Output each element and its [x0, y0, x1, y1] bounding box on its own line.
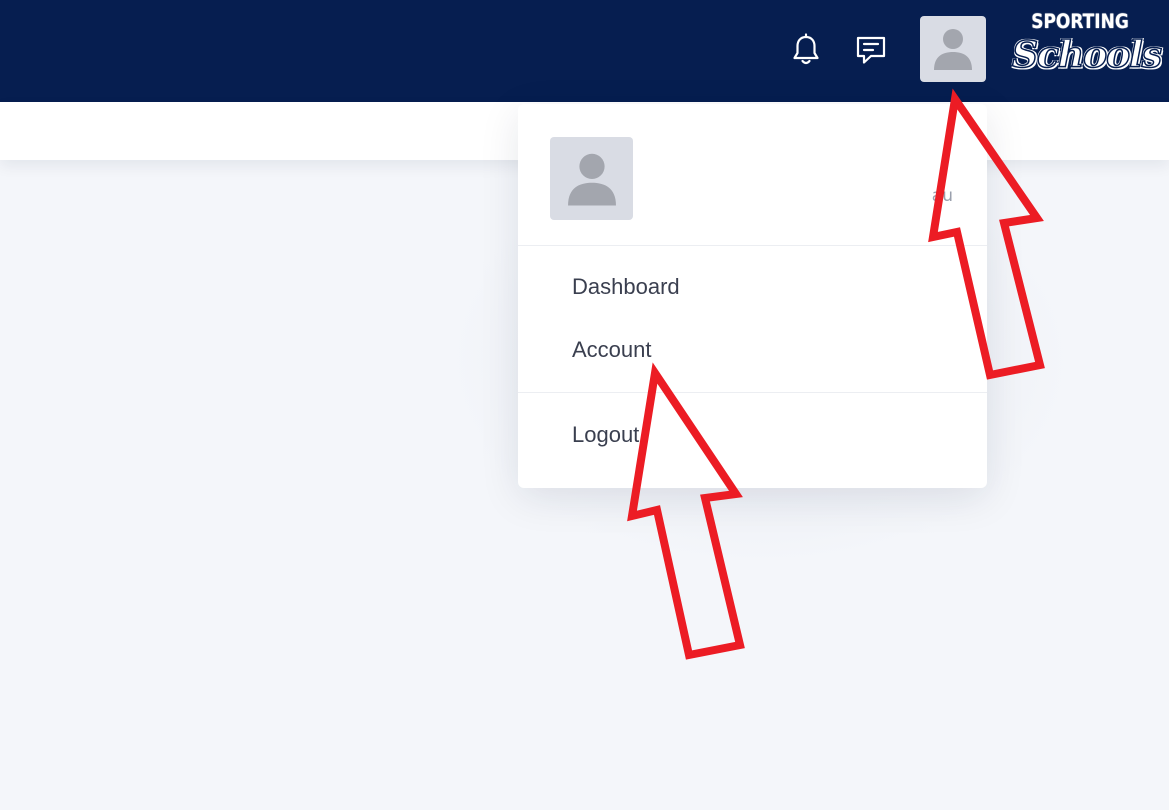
- user-avatar-button[interactable]: [920, 16, 986, 82]
- sporting-schools-logo[interactable]: SPORTING Schools: [1010, 10, 1163, 86]
- menu-item-dashboard[interactable]: Dashboard: [572, 274, 680, 300]
- user-avatar-icon: [934, 29, 972, 70]
- message-icon[interactable]: [851, 30, 891, 70]
- logo-top-text: SPORTING: [1031, 10, 1129, 34]
- user-avatar-icon: [567, 153, 616, 205]
- bell-icon[interactable]: [786, 30, 826, 70]
- dropdown-avatar: [550, 137, 633, 220]
- user-dropdown-menu: au Dashboard Account Logout: [518, 104, 987, 488]
- dropdown-user-email: au: [931, 186, 953, 206]
- menu-item-account[interactable]: Account: [572, 337, 652, 363]
- divider: [518, 245, 987, 246]
- divider: [518, 392, 987, 393]
- top-navbar: SPORTING Schools: [0, 0, 1169, 102]
- dropdown-user-name: [668, 140, 968, 146]
- logo-main-text: Schools: [1011, 33, 1163, 77]
- menu-item-logout[interactable]: Logout: [572, 422, 639, 448]
